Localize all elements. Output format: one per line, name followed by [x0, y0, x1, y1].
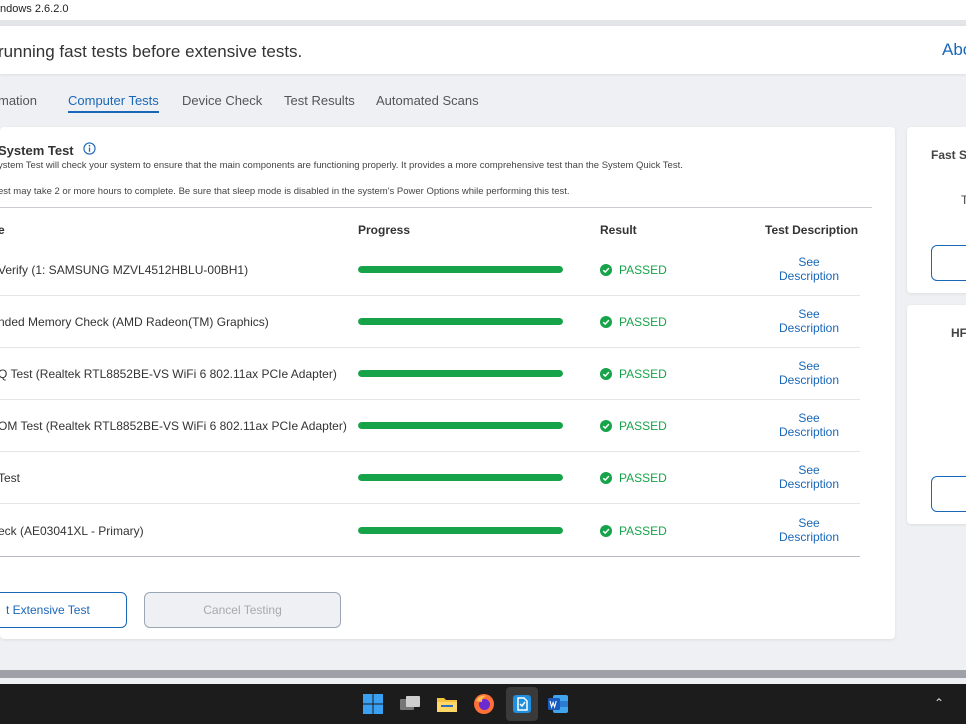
tab-bar: mation Computer Tests Device Check Test …: [0, 90, 966, 114]
result-status: PASSED: [600, 524, 667, 538]
tab-information[interactable]: mation: [0, 93, 37, 108]
hp-card-button[interactable]: [931, 476, 966, 512]
check-circle-icon: [600, 368, 612, 380]
see-label: See: [798, 411, 820, 425]
progress-fill: [358, 422, 563, 429]
file-explorer-icon[interactable]: [435, 692, 459, 716]
result-label: PASSED: [619, 419, 667, 433]
tab-test-results[interactable]: Test Results: [284, 93, 355, 108]
fast-scan-card: Fast S T: [907, 127, 966, 293]
firefox-icon[interactable]: [472, 692, 496, 716]
see-description-link[interactable]: See Description: [770, 463, 848, 491]
description-label: Description: [778, 321, 840, 335]
progress-fill: [358, 474, 563, 481]
task-view-icon[interactable]: [398, 692, 422, 716]
see-description-link[interactable]: See Description: [770, 411, 848, 439]
table-row: Q Test (Realtek RTL8852BE-VS WiFi 6 802.…: [0, 348, 860, 400]
progress-bar: [358, 318, 563, 325]
see-label: See: [798, 307, 820, 321]
section-divider: [0, 207, 872, 208]
progress-bar: [358, 422, 563, 429]
test-name: nded Memory Check (AMD Radeon(TM) Graphi…: [0, 315, 269, 329]
window-bottom-border: [0, 670, 966, 678]
progress-fill: [358, 370, 563, 377]
check-circle-icon: [600, 472, 612, 484]
result-status: PASSED: [600, 367, 667, 381]
see-description-link[interactable]: See Description: [770, 516, 848, 544]
progress-fill: [358, 527, 563, 534]
result-label: PASSED: [619, 263, 667, 277]
description-label: Description: [778, 373, 840, 387]
result-label: PASSED: [619, 471, 667, 485]
column-header-description: Test Description: [765, 223, 859, 237]
see-description-link[interactable]: See Description: [770, 307, 848, 335]
test-name: eck (AE03041XL - Primary): [0, 524, 144, 538]
result-label: PASSED: [619, 367, 667, 381]
test-name: Q Test (Realtek RTL8852BE-VS WiFi 6 802.…: [0, 367, 337, 381]
system-test-card: System Test ystem Test will check your s…: [0, 127, 895, 639]
progress-fill: [358, 318, 563, 325]
result-status: PASSED: [600, 471, 667, 485]
header-title: running fast tests before extensive test…: [0, 42, 303, 61]
progress-bar: [358, 266, 563, 273]
column-header-progress: Progress: [358, 223, 411, 237]
cancel-testing-button[interactable]: Cancel Testing: [144, 592, 341, 628]
test-name: Test: [0, 471, 21, 485]
description-label: Description: [778, 269, 840, 283]
fast-scan-title: Fast S: [931, 148, 966, 162]
hp-card: HF: [907, 305, 966, 524]
progress-bar: [358, 474, 563, 481]
see-label: See: [798, 516, 820, 530]
see-label: See: [798, 255, 820, 269]
test-name: Verify (1: SAMSUNG MZVL4512HBLU-00BH1): [0, 263, 249, 277]
table-row: Test PASSED See Description: [0, 452, 860, 504]
see-description-link[interactable]: See Description: [770, 359, 848, 387]
column-header-name: e: [0, 223, 5, 237]
window-title: ndows 2.6.2.0: [0, 0, 966, 20]
progress-fill: [358, 266, 563, 273]
tab-automated-scans[interactable]: Automated Scans: [376, 93, 479, 108]
pc-hardware-diagnostics-icon[interactable]: [510, 692, 534, 716]
tab-device-check[interactable]: Device Check: [182, 93, 262, 108]
check-circle-icon: [600, 525, 612, 537]
see-description-link[interactable]: See Description: [770, 255, 848, 283]
info-icon[interactable]: [83, 142, 96, 155]
table-row: Verify (1: SAMSUNG MZVL4512HBLU-00BH1) P…: [0, 244, 860, 296]
header-banner: running fast tests before extensive test…: [0, 26, 966, 74]
progress-bar: [358, 370, 563, 377]
check-circle-icon: [600, 264, 612, 276]
result-label: PASSED: [619, 524, 667, 538]
taskbar: ⌃: [0, 684, 966, 724]
about-link[interactable]: Abo: [942, 40, 966, 60]
start-button-label: t Extensive Test: [6, 603, 90, 617]
hp-card-title: HF: [951, 326, 966, 340]
section-description: ystem Test will check your system to ens…: [0, 160, 683, 171]
tab-computer-tests[interactable]: Computer Tests: [68, 93, 159, 113]
test-name: OM Test (Realtek RTL8852BE-VS WiFi 6 802…: [0, 419, 347, 433]
column-header-result: Result: [600, 223, 637, 237]
check-circle-icon: [600, 316, 612, 328]
see-label: See: [798, 463, 820, 477]
windows-start-icon[interactable]: [361, 692, 385, 716]
result-label: PASSED: [619, 315, 667, 329]
word-icon[interactable]: [546, 692, 570, 716]
description-label: Description: [778, 477, 840, 491]
result-status: PASSED: [600, 419, 667, 433]
start-extensive-test-button[interactable]: t Extensive Test: [0, 592, 127, 628]
chevron-up-icon[interactable]: ⌃: [934, 696, 944, 710]
table-row: eck (AE03041XL - Primary) PASSED See Desc…: [0, 505, 860, 557]
progress-bar: [358, 527, 563, 534]
section-title: System Test: [0, 143, 74, 158]
check-circle-icon: [600, 420, 612, 432]
see-label: See: [798, 359, 820, 373]
table-row: nded Memory Check (AMD Radeon(TM) Graphi…: [0, 296, 860, 348]
result-status: PASSED: [600, 263, 667, 277]
table-row: OM Test (Realtek RTL8852BE-VS WiFi 6 802…: [0, 400, 860, 452]
fast-scan-text: T: [961, 193, 966, 207]
result-status: PASSED: [600, 315, 667, 329]
description-label: Description: [778, 530, 840, 544]
description-label: Description: [778, 425, 840, 439]
fast-scan-button[interactable]: [931, 245, 966, 281]
section-warning: est may take 2 or more hours to complete…: [0, 186, 570, 197]
